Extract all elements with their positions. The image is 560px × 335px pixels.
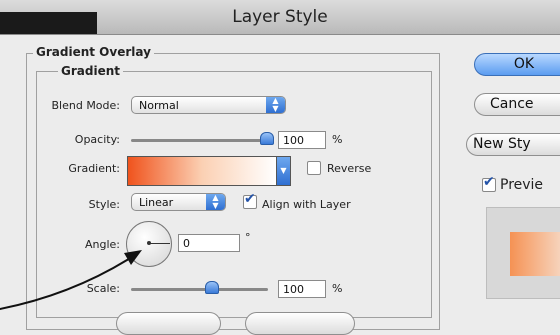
opacity-label: Opacity: bbox=[74, 133, 120, 146]
blend-mode-select[interactable]: Normal ▲ ▼ bbox=[131, 96, 286, 114]
gradient-dropdown-button[interactable]: ▼ bbox=[276, 156, 291, 186]
cancel-button[interactable]: Cance bbox=[474, 93, 560, 116]
preview-panel bbox=[486, 207, 560, 299]
checkmark-icon: ✔ bbox=[244, 191, 256, 207]
blend-mode-value: Normal bbox=[139, 99, 179, 112]
style-value: Linear bbox=[139, 196, 174, 209]
reset-to-default-button[interactable] bbox=[245, 312, 355, 335]
gradient-label: Gradient: bbox=[68, 162, 120, 175]
new-style-button[interactable]: New Sty bbox=[466, 133, 560, 156]
scale-label: Scale: bbox=[86, 282, 120, 295]
preview-label: Previe bbox=[500, 177, 544, 193]
gradient-overlay-title: Gradient Overlay bbox=[33, 45, 154, 59]
checkmark-icon: ✔ bbox=[483, 174, 495, 190]
angle-input[interactable]: 0 bbox=[178, 234, 240, 252]
angle-dial-needle bbox=[149, 243, 170, 244]
scale-input[interactable]: 100 bbox=[278, 280, 326, 298]
style-label: Style: bbox=[88, 198, 120, 211]
scale-slider-track[interactable] bbox=[131, 288, 268, 291]
align-with-layer-label: Align with Layer bbox=[262, 198, 351, 211]
gradient-subtitle: Gradient bbox=[58, 64, 123, 78]
style-select[interactable]: Linear ▲ ▼ bbox=[131, 193, 226, 211]
chevron-updown-icon: ▲ ▼ bbox=[266, 97, 285, 113]
opacity-input[interactable]: 100 bbox=[278, 131, 326, 149]
ok-button[interactable]: OK bbox=[474, 53, 560, 76]
window-title: Layer Style bbox=[232, 7, 328, 27]
dialog-body: Gradient Overlay Gradient Blend Mode: No… bbox=[0, 35, 560, 335]
angle-label: Angle: bbox=[84, 238, 120, 251]
reverse-label: Reverse bbox=[327, 162, 372, 175]
scale-slider-thumb[interactable] bbox=[205, 281, 219, 294]
angle-dial-center bbox=[147, 241, 151, 245]
reverse-checkbox[interactable] bbox=[307, 161, 321, 175]
opacity-slider-track[interactable] bbox=[131, 139, 268, 142]
opacity-unit: % bbox=[332, 133, 343, 146]
opacity-slider-thumb[interactable] bbox=[260, 132, 274, 145]
blend-mode-label: Blend Mode: bbox=[51, 99, 121, 112]
angle-dial[interactable] bbox=[126, 221, 172, 267]
preview-swatch bbox=[510, 232, 560, 276]
angle-unit: ° bbox=[245, 231, 251, 244]
chevron-updown-icon: ▲ ▼ bbox=[206, 194, 225, 210]
title-bar: Layer Style bbox=[0, 0, 560, 35]
scale-unit: % bbox=[332, 282, 343, 295]
make-default-button[interactable] bbox=[116, 312, 221, 335]
gradient-swatch[interactable] bbox=[127, 156, 277, 186]
